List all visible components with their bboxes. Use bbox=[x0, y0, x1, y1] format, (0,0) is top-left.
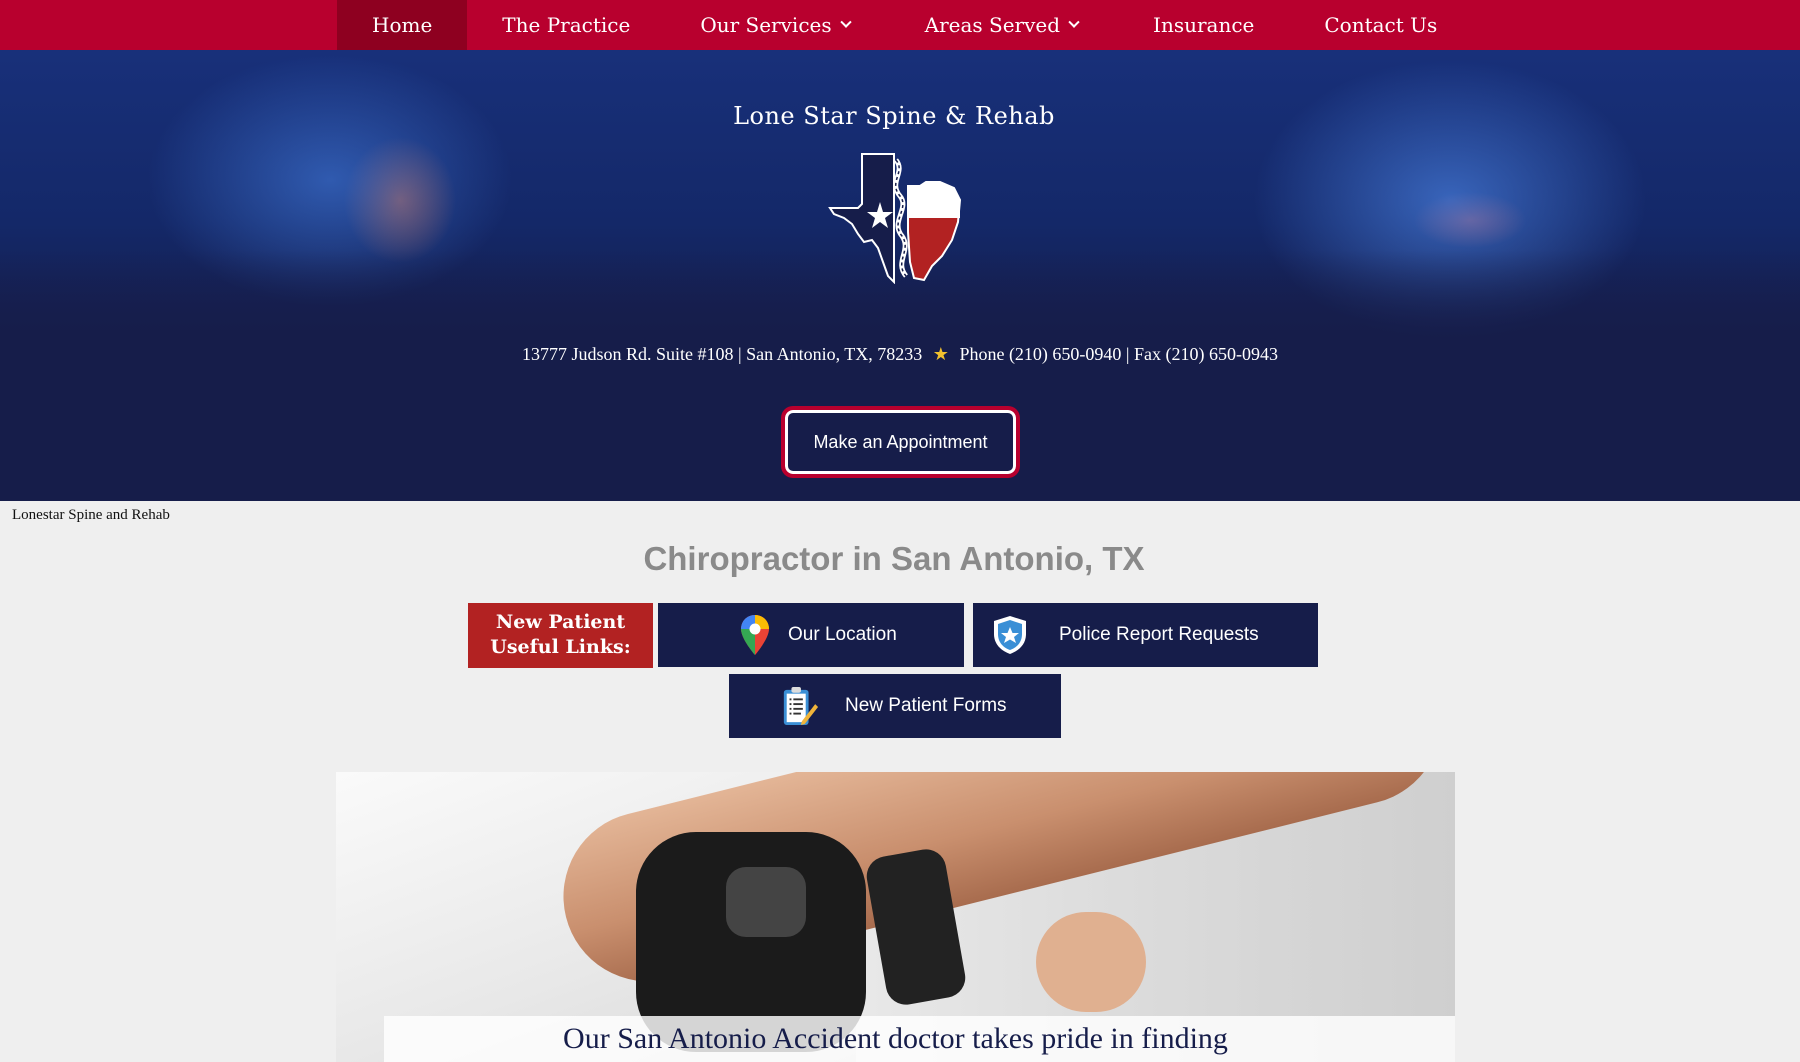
photo-hand bbox=[1036, 912, 1146, 1012]
nav-item-home[interactable]: Home bbox=[337, 0, 468, 50]
nav-label-our-services: Our Services bbox=[700, 13, 832, 37]
star-icon: ★ bbox=[932, 344, 949, 364]
nav-item-areas-served[interactable]: Areas Served bbox=[890, 0, 1118, 50]
new-patient-useful-links-label: New Patient Useful Links: bbox=[468, 603, 653, 668]
our-location-button[interactable]: Our Location bbox=[658, 603, 964, 667]
photo-brace-hinge bbox=[726, 867, 806, 937]
top-navigation: Home The Practice Our Services Areas Ser… bbox=[0, 0, 1800, 50]
address-text: 13777 Judson Rd. Suite #108 | San Antoni… bbox=[521, 344, 923, 364]
page-heading: Chiropractor in San Antonio, TX bbox=[643, 540, 1145, 577]
nav-item-the-practice[interactable]: The Practice bbox=[467, 0, 665, 50]
hero-banner: Lone Star Spine & Rehab 13777 Judson Rd.… bbox=[0, 50, 1800, 501]
map-pin-icon bbox=[736, 613, 774, 657]
new-patient-forms-button[interactable]: New Patient Forms bbox=[729, 674, 1061, 738]
nav-label-home: Home bbox=[372, 13, 433, 37]
nav-item-insurance[interactable]: Insurance bbox=[1118, 0, 1289, 50]
nav-label-the-practice: The Practice bbox=[502, 13, 631, 37]
nav-menu: Home The Practice Our Services Areas Ser… bbox=[337, 0, 1472, 50]
chevron-down-icon bbox=[839, 16, 852, 28]
texas-spine-logo bbox=[828, 153, 962, 284]
photo-caption: Our San Antonio Accident doctor takes pr… bbox=[563, 1022, 1228, 1055]
nav-label-contact-us: Contact Us bbox=[1324, 13, 1438, 37]
nav-label-insurance: Insurance bbox=[1153, 13, 1255, 37]
knee-brace-photo: Our San Antonio Accident doctor takes pr… bbox=[336, 772, 1455, 1062]
nav-label-areas-served: Areas Served bbox=[924, 13, 1061, 37]
nav-item-contact-us[interactable]: Contact Us bbox=[1289, 0, 1472, 50]
our-location-label: Our Location bbox=[788, 624, 897, 645]
new-patient-forms-label: New Patient Forms bbox=[845, 695, 1007, 716]
clipboard-icon bbox=[781, 684, 819, 728]
brand-name: Lone Star Spine & Rehab bbox=[733, 102, 1055, 130]
site-label: Lonestar Spine and Rehab bbox=[12, 507, 170, 523]
police-report-requests-button[interactable]: Police Report Requests bbox=[973, 603, 1318, 667]
new-patient-label-line2: Useful Links: bbox=[490, 636, 631, 658]
make-appointment-button[interactable]: Make an Appointment bbox=[782, 407, 1019, 477]
contact-line: 13777 Judson Rd. Suite #108 | San Antoni… bbox=[0, 344, 1800, 365]
new-patient-label-line1: New Patient bbox=[495, 611, 626, 633]
phone-fax-text: Phone (210) 650-0940 | Fax (210) 650-094… bbox=[959, 344, 1279, 364]
police-badge-icon bbox=[991, 613, 1029, 657]
police-report-label: Police Report Requests bbox=[1059, 624, 1259, 645]
chevron-down-icon bbox=[1068, 16, 1080, 28]
nav-item-our-services[interactable]: Our Services bbox=[665, 0, 889, 50]
